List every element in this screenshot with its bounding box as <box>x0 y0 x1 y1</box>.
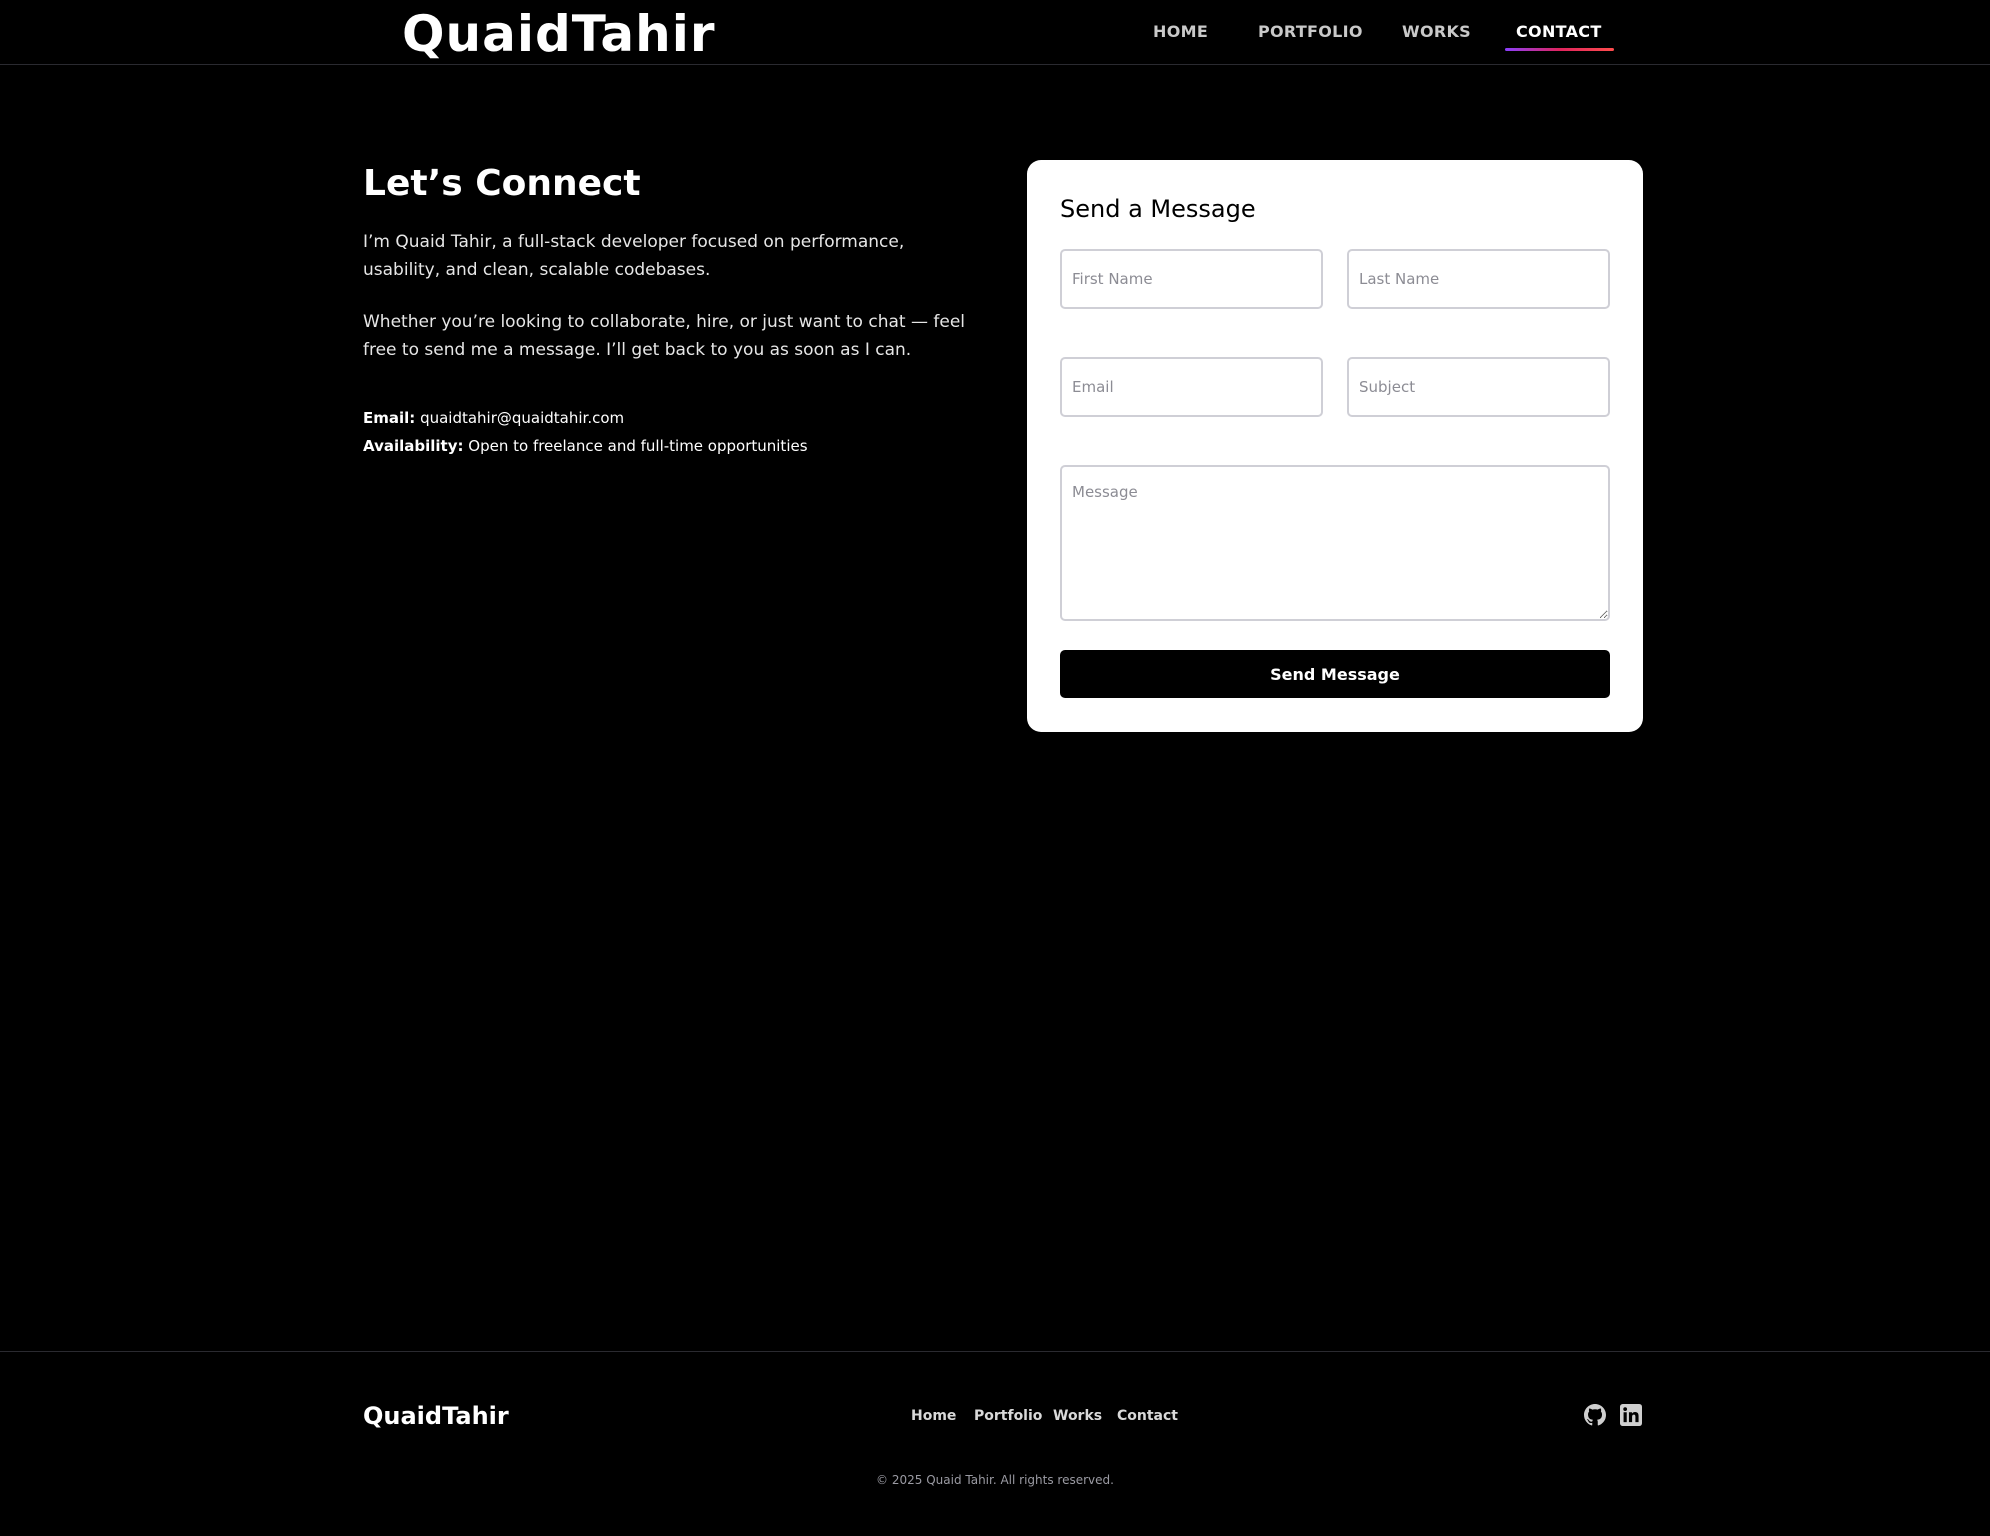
copyright-text: © 2025 Quaid Tahir. All rights reserved. <box>876 1473 1114 1487</box>
footer-contact-link[interactable]: Contact <box>1117 1408 1178 1424</box>
availability-label: Availability: <box>363 437 464 455</box>
contact-info: Email: quaidtahir@quaidtahir.com Availab… <box>363 404 983 460</box>
github-icon[interactable] <box>1584 1404 1606 1426</box>
message-textarea[interactable] <box>1060 465 1610 621</box>
nav-works-link[interactable]: WORKS <box>1402 22 1471 41</box>
contact-form: Send a Message Send Message <box>1027 160 1643 732</box>
availability-info-row: Availability: Open to freelance and full… <box>363 432 983 460</box>
page-title: Let’s Connect <box>363 163 641 204</box>
nav-home-link[interactable]: HOME <box>1153 22 1208 41</box>
linkedin-icon[interactable] <box>1620 1404 1642 1426</box>
form-title: Send a Message <box>1060 195 1256 223</box>
main-nav: HOME PORTFOLIO WORKS CONTACT <box>0 0 1990 65</box>
availability-value: Open to freelance and full-time opportun… <box>468 437 808 455</box>
intro-paragraph-secondary: Whether you’re looking to collaborate, h… <box>363 312 965 360</box>
site-header: QuaidTahir HOME PORTFOLIO WORKS CONTACT <box>0 0 1990 65</box>
contact-intro: Let’s Connect I’m Quaid Tahir, a full-st… <box>363 160 983 460</box>
email-label: Email: <box>363 409 416 427</box>
first-name-input[interactable] <box>1060 249 1323 309</box>
footer-home-link[interactable]: Home <box>911 1408 956 1424</box>
subject-input[interactable] <box>1347 357 1610 417</box>
last-name-input[interactable] <box>1347 249 1610 309</box>
email-info-row: Email: quaidtahir@quaidtahir.com <box>363 404 983 432</box>
site-footer: QuaidTahir Home Portfolio Works Contact … <box>0 1351 1990 1536</box>
nav-contact-link[interactable]: CONTACT <box>1505 22 1614 51</box>
email-input[interactable] <box>1060 357 1323 417</box>
footer-logo[interactable]: QuaidTahir <box>363 1402 509 1430</box>
footer-portfolio-link[interactable]: Portfolio <box>974 1408 1042 1424</box>
nav-portfolio-link[interactable]: PORTFOLIO <box>1258 22 1363 41</box>
send-message-button[interactable]: Send Message <box>1060 650 1610 698</box>
footer-works-link[interactable]: Works <box>1053 1408 1102 1424</box>
email-address[interactable]: quaidtahir@quaidtahir.com <box>420 409 624 427</box>
intro-paragraph: I’m Quaid Tahir, a full-stack developer … <box>363 232 905 280</box>
